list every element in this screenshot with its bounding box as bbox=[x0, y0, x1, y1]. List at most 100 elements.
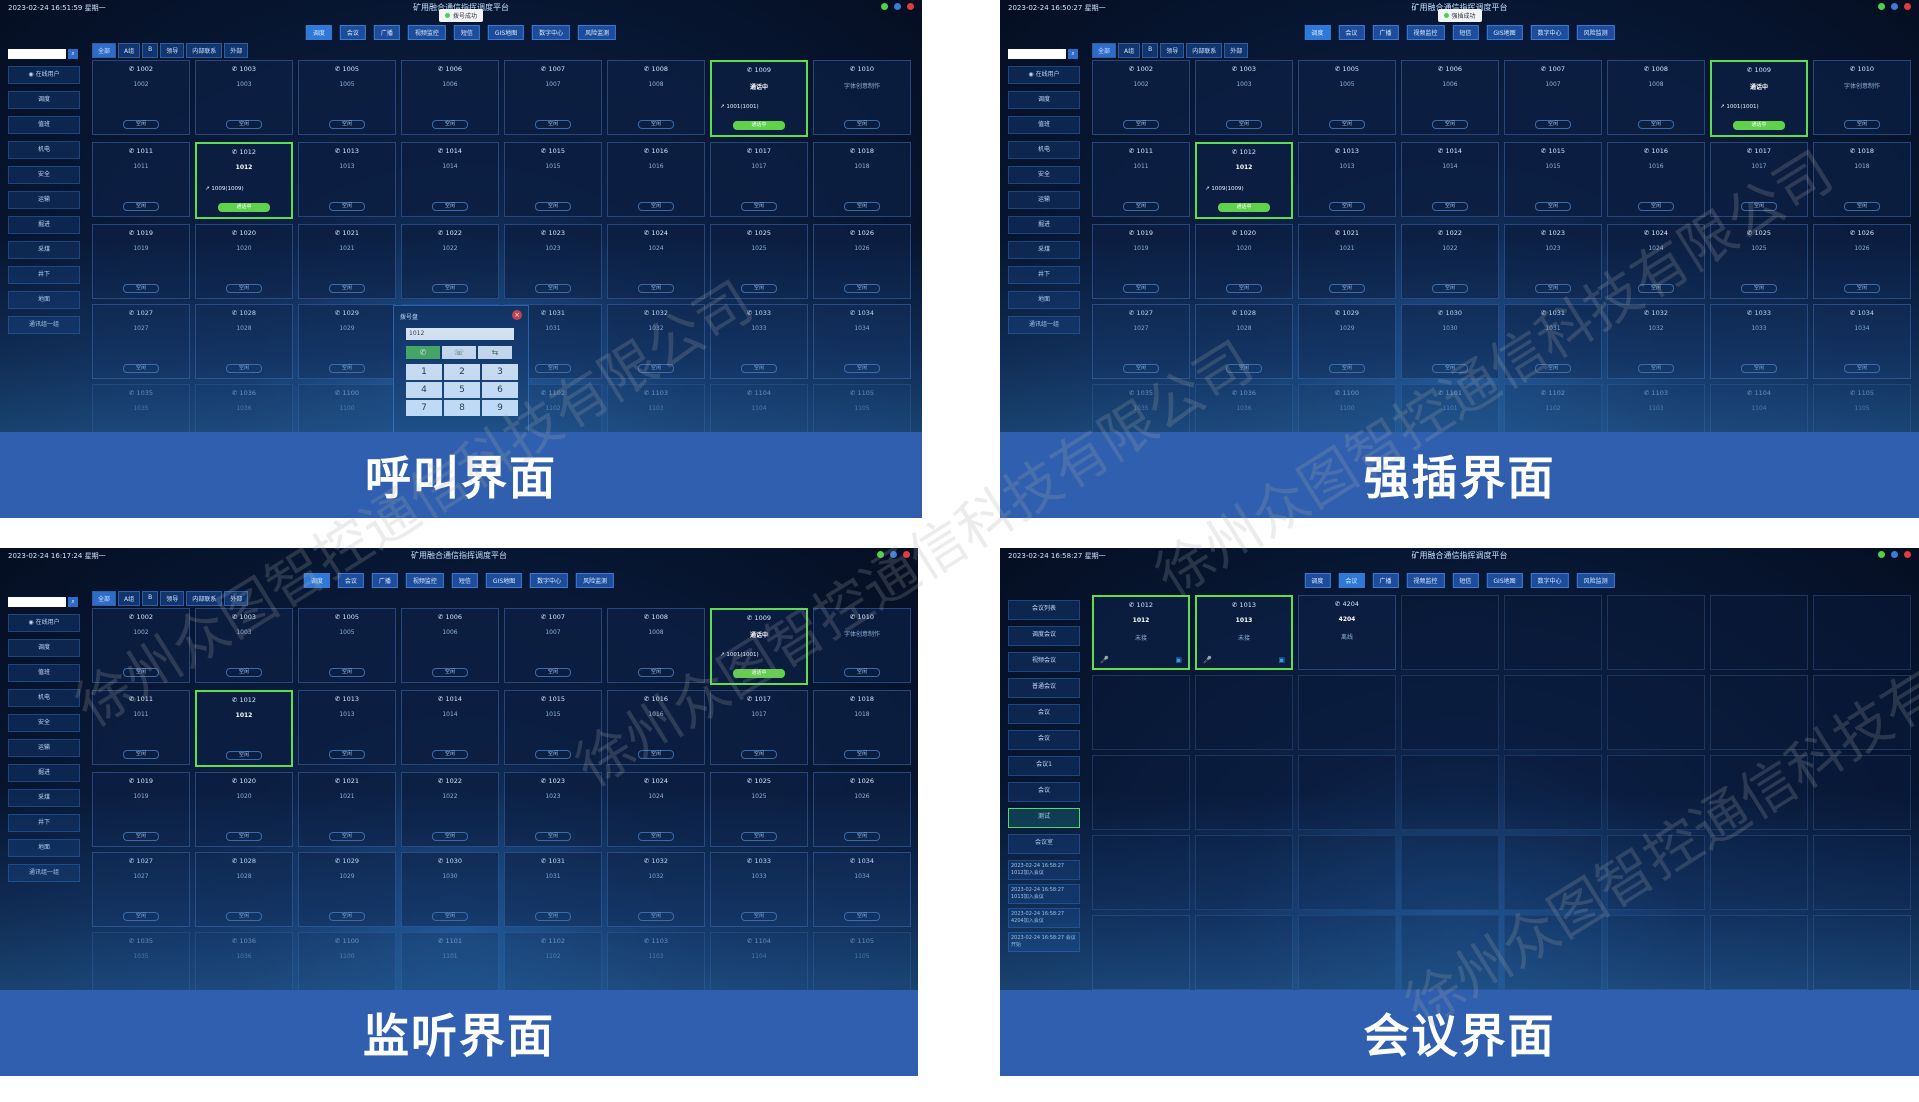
conference-item[interactable]: 普通会议 bbox=[1008, 678, 1080, 698]
sidebar-item[interactable]: 井下 bbox=[1008, 266, 1080, 284]
call-button[interactable]: ✆ bbox=[406, 346, 440, 359]
status-button[interactable]: 空闲 bbox=[741, 284, 777, 293]
close-icon[interactable] bbox=[1904, 551, 1911, 558]
status-button[interactable]: 空闲 bbox=[535, 120, 571, 129]
sidebar-item[interactable]: 安全 bbox=[8, 714, 80, 732]
status-button[interactable]: 空闲 bbox=[226, 832, 262, 841]
tab-item[interactable]: 领导 bbox=[160, 591, 185, 606]
participant-cell[interactable]: ✆ 4204 4204 离线 bbox=[1298, 595, 1396, 670]
status-button[interactable]: 空闲 bbox=[123, 364, 159, 373]
extension-cell[interactable]: ✆ 1023 1023 空闲 bbox=[504, 772, 602, 847]
status-button[interactable]: 空闲 bbox=[432, 284, 468, 293]
status-button[interactable]: 空闲 bbox=[226, 912, 262, 921]
extension-cell[interactable]: ✆ 1015 1015 空闲 bbox=[504, 142, 602, 217]
nav-item[interactable]: 风险监测 bbox=[576, 573, 615, 588]
status-button[interactable]: 空闲 bbox=[432, 912, 468, 921]
nav-item[interactable]: 会议 bbox=[339, 25, 366, 40]
status-button[interactable]: 空闲 bbox=[844, 912, 880, 921]
extension-cell[interactable]: ✆ 11041104空闲 bbox=[710, 384, 808, 432]
status-button[interactable]: 空闲 bbox=[535, 750, 571, 759]
sidebar-item[interactable]: 值班 bbox=[1008, 116, 1080, 134]
extension-cell[interactable]: ✆ 1018 1018 空闲 bbox=[1813, 142, 1911, 217]
conference-item[interactable]: 会议 bbox=[1008, 730, 1080, 750]
extension-cell[interactable]: ✆ 1009 通话中 ↗ 1001(1001) 通话中 bbox=[710, 60, 808, 137]
extension-cell[interactable]: ✆ 1010 字体创意制作 空闲 bbox=[813, 608, 911, 683]
extension-cell[interactable]: ✆ 1022 1022 空闲 bbox=[1401, 224, 1499, 299]
nav-item[interactable]: 数字中心 bbox=[532, 25, 571, 40]
nav-item[interactable]: 数字中心 bbox=[1530, 25, 1569, 40]
key-3[interactable]: 3 bbox=[482, 364, 518, 380]
extension-cell[interactable]: ✆ 1020 1020 空闲 bbox=[1195, 224, 1293, 299]
extension-cell[interactable]: ✆ 1003 1003 空闲 bbox=[1195, 60, 1293, 135]
close-icon[interactable]: × bbox=[512, 310, 522, 320]
extension-cell[interactable]: ✆ 1030 1030 空闲 bbox=[1401, 304, 1499, 379]
search-icon[interactable]: ⌕ bbox=[68, 597, 78, 607]
status-button[interactable]: 空闲 bbox=[535, 668, 571, 677]
nav-item[interactable]: 短信 bbox=[451, 573, 478, 588]
nav-item[interactable]: 调度 bbox=[303, 573, 330, 588]
key-4[interactable]: 4 bbox=[406, 382, 442, 398]
conference-item[interactable]: 会议 bbox=[1008, 704, 1080, 724]
extension-cell[interactable]: ✆ 1022 1022 空闲 bbox=[401, 224, 499, 299]
extension-cell[interactable]: ✆ 1025 1025 空闲 bbox=[710, 224, 808, 299]
status-button[interactable]: 空闲 bbox=[535, 202, 571, 211]
extension-cell[interactable]: ✆ 1006 1006 空闲 bbox=[401, 608, 499, 683]
search-input[interactable] bbox=[8, 49, 66, 59]
nav-item[interactable]: 风险监测 bbox=[1576, 25, 1615, 40]
extension-cell[interactable]: ✆ 11051105空闲 bbox=[1813, 384, 1911, 432]
extension-cell[interactable]: ✆ 1005 1005 空闲 bbox=[298, 60, 396, 135]
nav-item[interactable]: 短信 bbox=[453, 25, 480, 40]
extension-cell[interactable]: ✆ 1016 1016 空闲 bbox=[1607, 142, 1705, 217]
extension-cell[interactable]: ✆ 11021102空闲 bbox=[1504, 384, 1602, 432]
nav-item[interactable]: GIS地图 bbox=[1486, 25, 1523, 40]
status-button[interactable]: 空闲 bbox=[1432, 364, 1468, 373]
tab-item[interactable]: 全部 bbox=[92, 43, 117, 58]
status-button[interactable]: 空闲 bbox=[432, 202, 468, 211]
extension-cell[interactable]: ✆ 1013 1013 空闲 bbox=[298, 690, 396, 765]
dial-input[interactable]: 1012 bbox=[406, 328, 514, 340]
extension-cell[interactable]: ✆ 1014 1014 空闲 bbox=[1401, 142, 1499, 217]
status-button[interactable]: 空闲 bbox=[1432, 120, 1468, 129]
tab-item[interactable]: 外部 bbox=[224, 43, 249, 58]
extension-cell[interactable]: ✆ 1018 1018 空闲 bbox=[813, 690, 911, 765]
status-button[interactable]: 空闲 bbox=[1432, 202, 1468, 211]
tab-item[interactable]: 领导 bbox=[160, 43, 185, 58]
status-button[interactable]: 空闲 bbox=[844, 284, 880, 293]
sidebar-item[interactable]: 调度 bbox=[8, 639, 80, 657]
sidebar-item[interactable]: 通讯组一组 bbox=[8, 316, 80, 334]
camera-icon[interactable]: ▣ bbox=[1278, 656, 1285, 664]
extension-cell[interactable]: ✆ 1019 1019 空闲 bbox=[1092, 224, 1190, 299]
extension-cell[interactable]: ✆ 1021 1021 空闲 bbox=[298, 224, 396, 299]
extension-cell[interactable]: ✆ 1032 1032 空闲 bbox=[607, 304, 705, 379]
status-button[interactable]: 空闲 bbox=[123, 202, 159, 211]
sidebar-item[interactable]: 调度 bbox=[1008, 91, 1080, 109]
extension-cell[interactable]: ✆ 10361036空闲 bbox=[195, 384, 293, 432]
search-input[interactable] bbox=[1008, 49, 1066, 59]
extension-cell[interactable]: ✆ 1016 1016 空闲 bbox=[607, 690, 705, 765]
extension-cell[interactable]: ✆ 1031 1031 空闲 bbox=[1504, 304, 1602, 379]
key-8[interactable]: 8 bbox=[444, 400, 480, 416]
status-button[interactable]: 空闲 bbox=[329, 364, 365, 373]
extension-cell[interactable]: ✆ 10361036空闲 bbox=[195, 932, 293, 990]
extension-cell[interactable]: ✆ 1010 字体创意制作 空闲 bbox=[1813, 60, 1911, 135]
status-button[interactable]: 空闲 bbox=[226, 751, 262, 760]
extension-cell[interactable]: ✆ 11011101空闲 bbox=[401, 932, 499, 990]
status-button[interactable]: 空闲 bbox=[535, 284, 571, 293]
extension-cell[interactable]: ✆ 1008 1008 空闲 bbox=[607, 60, 705, 135]
nav-item[interactable]: 广播 bbox=[373, 25, 400, 40]
status-button[interactable]: 通话中 bbox=[1733, 121, 1785, 130]
tab-item[interactable]: 外部 bbox=[1224, 43, 1249, 58]
extension-cell[interactable]: ✆ 1009 通话中 ↗ 1001(1001) 通话中 bbox=[710, 608, 808, 685]
nav-item[interactable]: 广播 bbox=[1372, 573, 1399, 588]
nav-item[interactable]: 视频监控 bbox=[405, 573, 444, 588]
extension-cell[interactable]: ✆ 11001100空闲 bbox=[298, 932, 396, 990]
status-button[interactable]: 空闲 bbox=[226, 120, 262, 129]
sidebar-item[interactable]: ◉ 在线用户 bbox=[1008, 66, 1080, 84]
extension-cell[interactable]: ✆ 11051105空闲 bbox=[813, 384, 911, 432]
extension-cell[interactable]: ✆ 1012 1012 空闲 bbox=[195, 690, 293, 767]
tab-item[interactable]: A组 bbox=[118, 591, 141, 606]
extension-cell[interactable]: ✆ 1023 1023 空闲 bbox=[504, 224, 602, 299]
extension-cell[interactable]: ✆ 1029 1029 空闲 bbox=[298, 304, 396, 379]
transfer-button[interactable]: ⇆ bbox=[478, 346, 512, 359]
status-button[interactable]: 空闲 bbox=[1638, 120, 1674, 129]
